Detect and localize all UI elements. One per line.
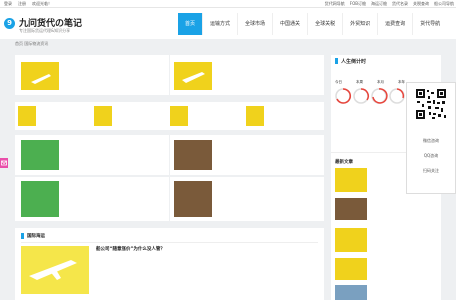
label-year: 本年 xyxy=(398,80,405,84)
side-float-button[interactable] xyxy=(0,158,8,168)
latest-title: 最新文章 xyxy=(335,160,353,165)
nav-china-customs[interactable]: 中国通关 xyxy=(272,13,307,35)
site-subtitle: 专注国际货运代理&知识分享 xyxy=(19,28,71,33)
top-bar: 登录 注册 欢迎光临！ 货代网导航 FOB订舱 海运订舱 货代名录 关税查询 船… xyxy=(0,0,456,8)
mail-icon xyxy=(1,160,7,166)
label-today: 今日 xyxy=(335,80,342,84)
register-link[interactable]: 注册 xyxy=(18,1,26,7)
divider xyxy=(21,242,318,243)
airplane-icon xyxy=(31,74,51,84)
login-link[interactable]: 登录 xyxy=(4,1,12,7)
main-nav: 首页 运输方式 全球市场 中国通关 全球关税 外贸知识 运费查询 货代导航 xyxy=(178,13,447,35)
follow-link[interactable]: 扫码关注 xyxy=(406,168,456,174)
section-title: 国际海运 xyxy=(27,234,45,239)
top-link-1[interactable]: 货代网导航 xyxy=(325,1,345,7)
latest-thumbnail[interactable] xyxy=(335,258,367,280)
nav-global-tariff[interactable]: 全球关税 xyxy=(307,13,342,35)
article-thumbnail[interactable] xyxy=(21,62,59,90)
article-thumbnail[interactable] xyxy=(21,181,59,217)
article-thumbnail[interactable] xyxy=(21,140,59,170)
latest-thumbnail[interactable] xyxy=(335,198,367,220)
nav-trade-knowledge[interactable]: 外贸知识 xyxy=(342,13,377,35)
mini-thumbnail[interactable] xyxy=(170,106,188,126)
countdown-title: 人生倒计时 xyxy=(341,59,367,65)
mini-thumbnail[interactable] xyxy=(94,106,112,126)
logo-icon[interactable]: 9 xyxy=(4,18,15,29)
top-link-3[interactable]: 海运订舱 xyxy=(371,1,387,7)
qr-code-icon xyxy=(415,88,447,120)
mini-thumbnail[interactable] xyxy=(18,106,36,126)
nav-global-market[interactable]: 全球市场 xyxy=(237,13,272,35)
article-thumbnail[interactable] xyxy=(174,62,212,90)
nav-forwarder-guide[interactable]: 货代导航 xyxy=(412,13,447,35)
nav-freight-query[interactable]: 运费查询 xyxy=(377,13,412,35)
breadcrumb: 首页 国际物流资讯 xyxy=(15,41,49,46)
label-month: 本月 xyxy=(377,80,384,84)
section-marker xyxy=(21,233,24,239)
nav-transport[interactable]: 运输方式 xyxy=(202,13,237,35)
wechat-link[interactable]: 微信咨询 xyxy=(406,138,456,144)
top-link-5[interactable]: 关税查询 xyxy=(413,1,429,7)
article-thumbnail[interactable] xyxy=(174,181,212,217)
latest-thumbnail[interactable] xyxy=(335,285,367,300)
article-thumbnail[interactable] xyxy=(174,140,212,170)
welcome-text: 欢迎光临！ xyxy=(32,1,52,6)
label-week: 本周 xyxy=(356,80,363,84)
nav-home[interactable]: 首页 xyxy=(178,13,203,35)
mini-thumbnail[interactable] xyxy=(246,106,264,126)
latest-thumbnail[interactable] xyxy=(335,228,367,252)
countdown-labels: 今日 本周 本月 本年 xyxy=(335,80,405,85)
feature-thumbnail[interactable] xyxy=(21,246,89,294)
airplane-icon xyxy=(182,72,205,83)
qq-link[interactable]: QQ咨询 xyxy=(406,153,456,159)
top-link-2[interactable]: FOB订舱 xyxy=(350,1,366,7)
top-link-6[interactable]: 船公司导航 xyxy=(434,1,454,7)
latest-thumbnail[interactable] xyxy=(335,168,367,192)
feature-title[interactable]: 船公司“随意涨价”为什么没人管？ xyxy=(96,247,316,253)
section-marker xyxy=(335,58,338,64)
countdown-rings xyxy=(335,88,405,104)
airplane-icon xyxy=(29,260,77,280)
top-link-4[interactable]: 货代名录 xyxy=(392,1,408,7)
